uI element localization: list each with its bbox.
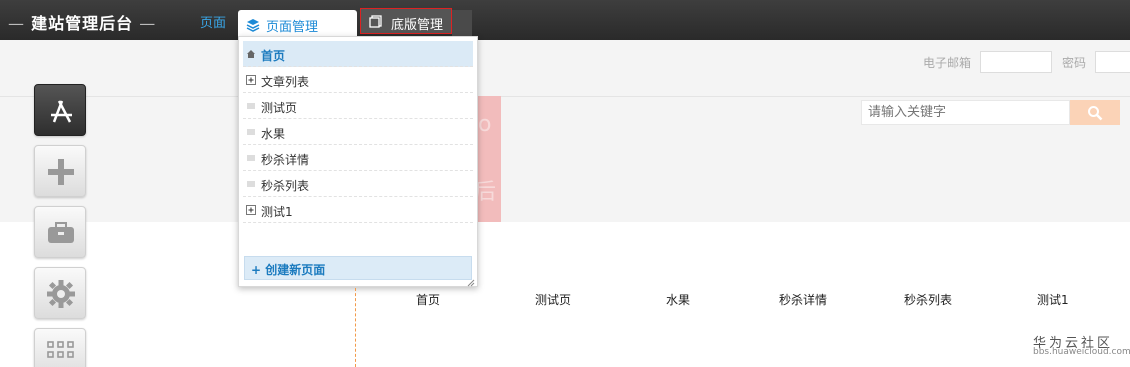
dropdown-item-home[interactable]: 首页 — [243, 41, 473, 67]
app-title: — 建站管理后台 — — [8, 14, 157, 33]
password-label: 密码 — [1062, 56, 1087, 70]
banner-ghost-shape: o — [478, 112, 492, 137]
nav-item-test-page[interactable]: 测试页 — [535, 291, 571, 308]
tab-base-management[interactable]: 底版管理 — [360, 8, 452, 34]
tab-page-management-label: 页面管理 — [266, 20, 319, 35]
dropdown-item-label: 首页 — [261, 49, 286, 63]
password-field[interactable] — [1095, 51, 1130, 73]
dropdown-item-flash-list[interactable]: 秒杀列表 — [243, 171, 473, 197]
expand-plus-icon[interactable] — [246, 204, 256, 215]
copy-icon — [369, 15, 382, 31]
nav-item-home[interactable]: 首页 — [416, 291, 440, 308]
apps-grid-button[interactable] — [34, 328, 86, 367]
toolbox-button[interactable] — [34, 206, 86, 258]
gear-icon — [47, 280, 75, 308]
dropdown-item-test1[interactable]: 测试1 — [243, 197, 473, 223]
dropdown-item-label: 文章列表 — [261, 75, 310, 89]
create-page-button[interactable]: + 创建新页面 — [244, 256, 472, 280]
resize-grip-icon[interactable] — [467, 276, 475, 287]
dropdown-item-label: 水果 — [261, 127, 286, 141]
search-input[interactable] — [861, 100, 1070, 125]
home-icon — [246, 48, 256, 58]
app-store-button[interactable] — [34, 84, 86, 136]
dropdown-item-fruit[interactable]: 水果 — [243, 119, 473, 145]
watermark-url: bbs.huaweicloud.com — [1033, 347, 1130, 357]
add-button[interactable] — [34, 145, 86, 197]
page-root: { "header": { "app_title": "建站管理后台", "pa… — [0, 0, 1130, 367]
app-store-icon — [51, 100, 72, 123]
email-label: 电子邮箱 — [923, 56, 972, 70]
top-bar: — 建站管理后台 — 页面 页面管理 底版管理 — [0, 0, 1130, 40]
nav-item-flash-detail[interactable]: 秒杀详情 — [779, 291, 827, 308]
dropdown-item-label: 秒杀列表 — [261, 179, 310, 193]
page-menu-link[interactable]: 页面 — [200, 12, 226, 31]
email-field[interactable] — [980, 51, 1052, 73]
dropdown-item-test-page[interactable]: 测试页 — [243, 93, 473, 119]
drag-lines-icon — [246, 178, 256, 188]
dropdown-item-flash-detail[interactable]: 秒杀详情 — [243, 145, 473, 171]
nav-item-fruit[interactable]: 水果 — [666, 291, 690, 308]
drag-lines-icon — [246, 126, 256, 136]
toolbox-icon — [48, 222, 74, 243]
grid-icon — [47, 341, 74, 358]
search-button[interactable] — [1070, 100, 1120, 125]
dropdown-item-label: 秒杀详情 — [261, 153, 310, 167]
nav-guide-line — [355, 288, 356, 367]
nav-item-test1[interactable]: 测试1 — [1037, 291, 1069, 308]
create-page-label: + 创建新页面 — [251, 263, 326, 277]
drag-lines-icon — [246, 152, 256, 162]
tab-base-management-label: 底版管理 — [391, 18, 444, 33]
drag-lines-icon — [246, 100, 256, 110]
expand-plus-icon[interactable] — [246, 74, 256, 85]
search-icon — [1087, 105, 1103, 124]
dropdown-item-label: 测试页 — [261, 101, 298, 115]
nav-item-flash-list[interactable]: 秒杀列表 — [904, 291, 952, 308]
settings-button[interactable] — [34, 267, 86, 319]
page-dropdown: 首页 文章列表 测试页 水果 秒杀详情 秒杀列表 测试1 + 创建新页面 — [238, 36, 478, 287]
layers-icon — [246, 18, 260, 35]
dropdown-item-article-list[interactable]: 文章列表 — [243, 67, 473, 93]
plus-icon — [48, 159, 74, 185]
dropdown-item-label: 测试1 — [261, 205, 293, 219]
divider — [0, 96, 1130, 97]
